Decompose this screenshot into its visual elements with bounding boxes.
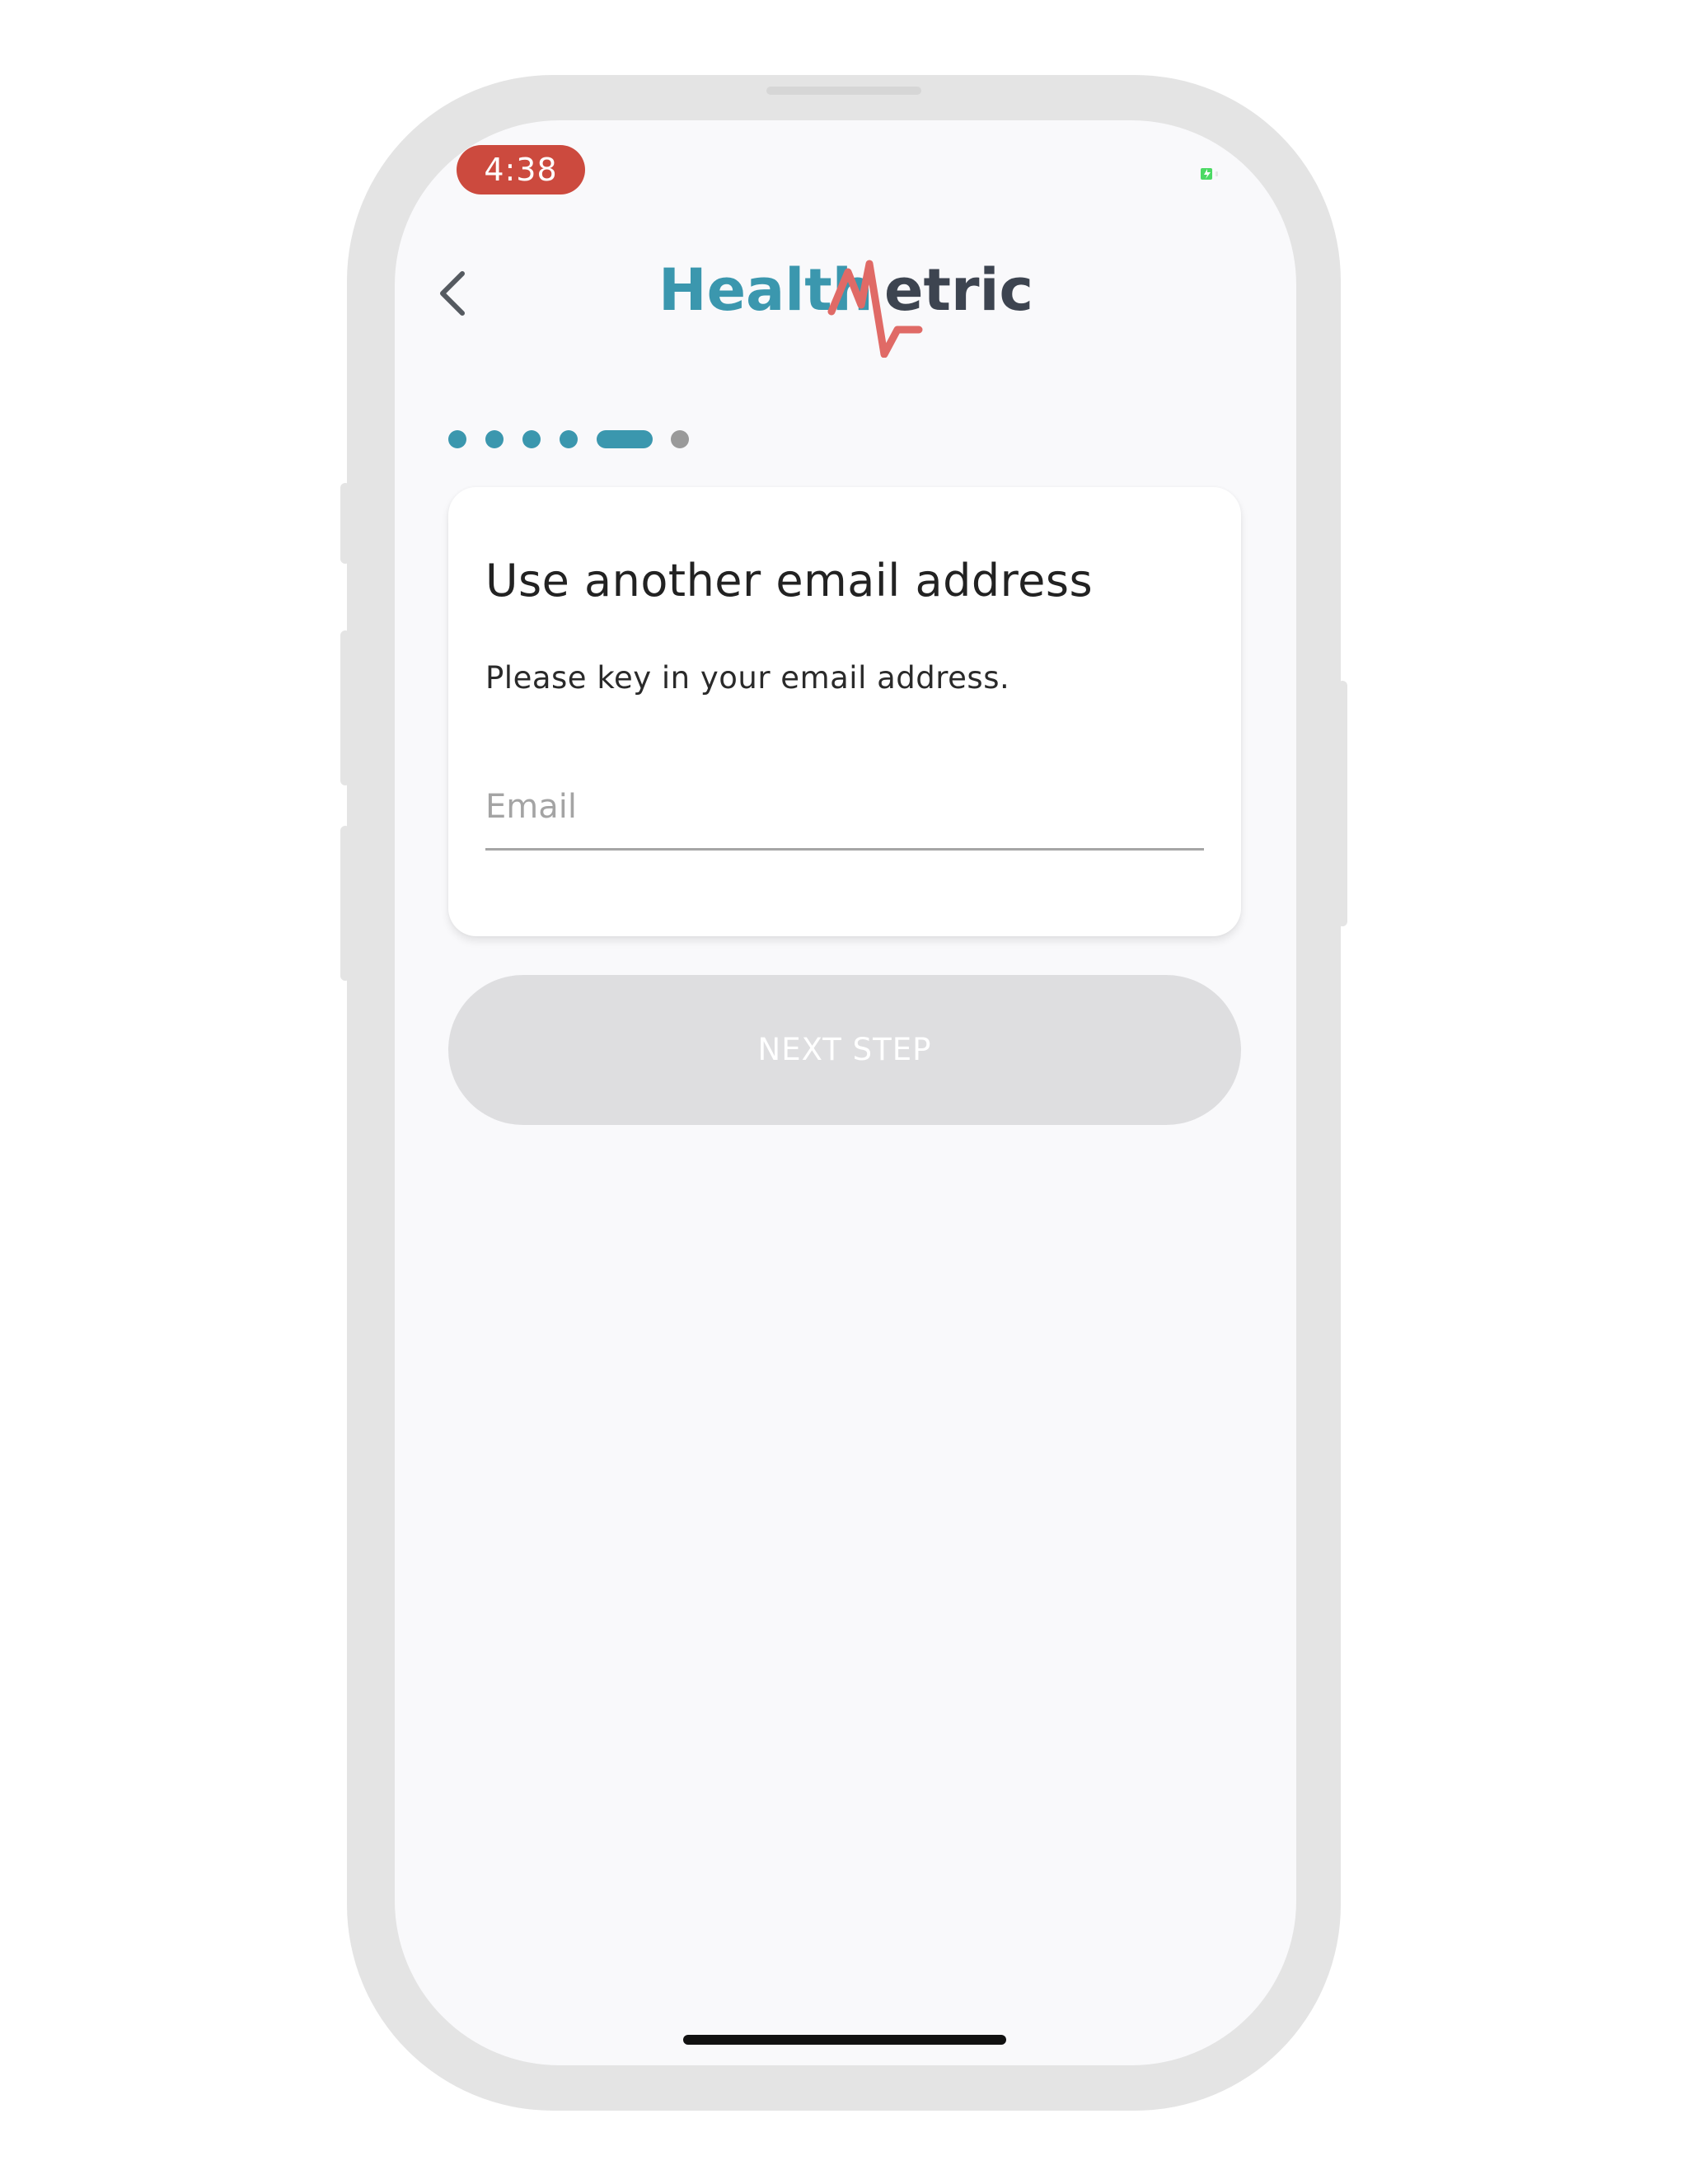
next-step-button[interactable]: NEXT STEP [448,975,1241,1125]
chevron-left-icon [440,271,465,316]
card-subtitle: Please key in your email address. [485,660,1010,696]
email-field [485,767,1204,851]
email-underline [485,848,1204,851]
step-dot-4 [560,430,578,448]
step-dot-1 [448,430,466,448]
email-input[interactable] [485,767,1204,846]
step-dot-3 [522,430,541,448]
status-time: 4:38 [457,145,585,194]
phone-speaker [766,87,921,95]
app-screen: 4:38 Health etrics Use another email ad [395,120,1296,2065]
battery-charging-icon [1201,168,1218,180]
email-card: Use another email address Please key in … [448,487,1241,936]
step-dot-2 [485,430,504,448]
card-title: Use another email address [485,555,1094,607]
home-indicator[interactable] [683,2035,1006,2045]
stage: 4:38 Health etrics Use another email ad [0,0,1691,2184]
healthmetrics-logo: Health etrics [658,256,1036,358]
step-dot-6 [671,430,689,448]
logo-text-etrics: etrics [884,256,1036,324]
step-dot-5-current [597,430,653,448]
back-button[interactable] [424,265,481,322]
